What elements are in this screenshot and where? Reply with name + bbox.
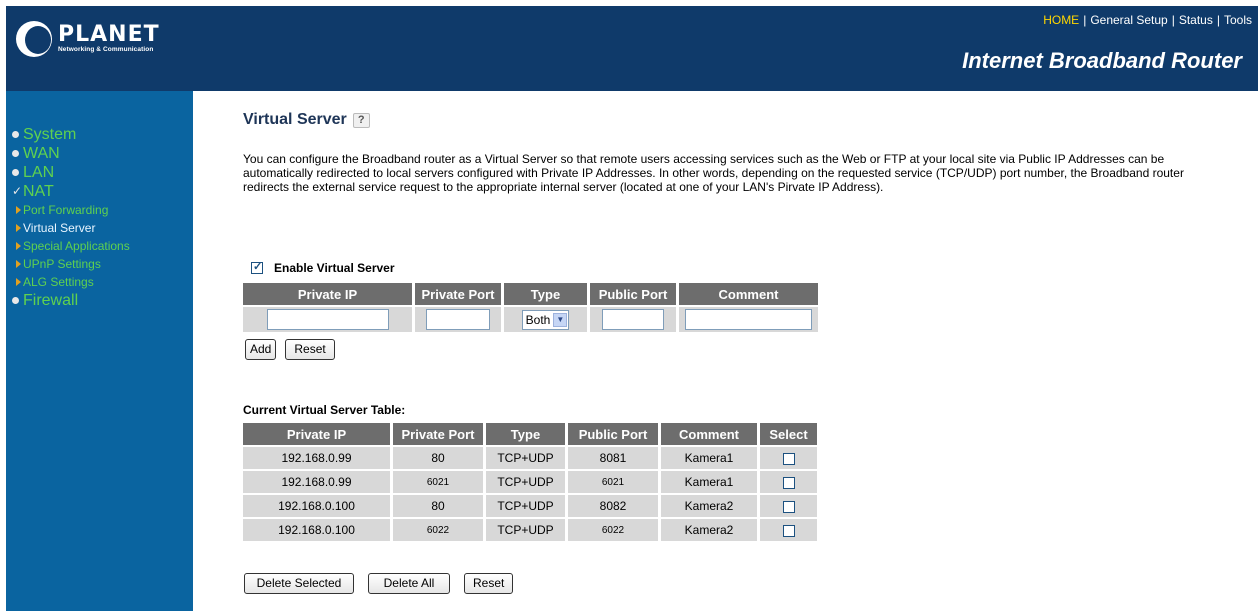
col-select: Select [760,423,817,445]
sidebar-subitem-alg-settings[interactable]: ALG Settings [16,273,130,291]
col-private-port: Private Port [393,423,483,445]
bullet-dot-icon [12,169,19,176]
triangle-arrow-icon [16,260,21,268]
planet-logo[interactable]: PLANET Networking & Communication [16,21,160,57]
triangle-arrow-icon [16,242,21,250]
nav-status[interactable]: Status [1179,13,1213,27]
chevron-down-icon: ▼ [553,312,568,327]
enable-virtual-server-checkbox[interactable] [251,260,263,274]
router-title: Internet Broadband Router [962,48,1242,73]
triangle-arrow-icon [16,278,21,286]
top-nav: HOME | General Setup | Status | Tools [1043,13,1252,27]
bullet-dot-icon [12,297,19,304]
bullet-dot-icon [12,150,19,157]
row-select-checkbox[interactable] [782,476,795,489]
row-select-checkbox[interactable] [782,524,795,537]
sidebar-item-system[interactable]: System [12,125,130,144]
nav-general-setup[interactable]: General Setup [1090,13,1167,27]
sidebar-item-wan[interactable]: WAN [12,144,130,163]
page-title: Virtual Server ? [243,111,1243,129]
nav-tools[interactable]: Tools [1224,13,1252,27]
add-entry-table: Private IP Private Port Type Public Port… [240,281,821,334]
enable-virtual-server-row: Enable Virtual Server [251,260,395,275]
nav-home[interactable]: HOME [1043,13,1079,27]
table-buttons: Delete Selected Delete All Reset [244,573,527,594]
add-button[interactable]: Add [245,339,277,360]
enable-virtual-server-label: Enable Virtual Server [274,261,395,275]
sidebar: System WAN LAN ✓ NAT Port Forwarding Virt… [6,91,193,611]
table-row: 192.168.0.100 6022 TCP+UDP 6022 Kamera2 [243,519,817,541]
header-private-port: Private Port [415,283,501,305]
planet-logo-icon [16,21,52,57]
table-row: 192.168.0.99 6021 TCP+UDP 6021 Kamera1 [243,471,817,493]
row-select-checkbox[interactable] [782,452,795,465]
header-comment: Comment [679,283,818,305]
logo-tagline: Networking & Communication [58,46,154,54]
virtual-server-table: Private IP Private Port Type Public Port… [240,421,820,543]
type-select[interactable]: Both ▼ [521,309,570,330]
table-title: Current Virtual Server Table: [243,403,406,417]
delete-selected-button[interactable]: Delete Selected [244,573,354,594]
add-form-buttons: Add Reset [245,339,335,360]
col-private-ip: Private IP [243,423,390,445]
bullet-dot-icon [12,131,19,138]
checkmark-icon: ✓ [12,184,23,198]
private-port-input[interactable] [426,309,490,330]
sidebar-subitem-upnp-settings[interactable]: UPnP Settings [16,255,130,273]
table-row: 192.168.0.100 80 TCP+UDP 8082 Kamera2 [243,495,817,517]
header-type: Type [504,283,587,305]
delete-all-button[interactable]: Delete All [368,573,450,594]
logo-name: PLANET [58,22,160,48]
header-private-ip: Private IP [243,283,412,305]
comment-input[interactable] [685,309,812,330]
triangle-arrow-icon [16,224,21,232]
sidebar-menu: System WAN LAN ✓ NAT Port Forwarding Virt… [12,125,130,310]
page-description: You can configure the Broadband router a… [243,152,1184,194]
header-public-port: Public Port [590,283,676,305]
header-bar: PLANET Networking & Communication HOME | G… [6,6,1258,91]
sidebar-subitem-port-forwarding[interactable]: Port Forwarding [16,201,130,219]
help-icon[interactable]: ? [352,112,370,128]
col-comment: Comment [661,423,757,445]
sidebar-subitem-special-applications[interactable]: Special Applications [16,237,130,255]
row-select-checkbox[interactable] [782,500,795,513]
sidebar-item-lan[interactable]: LAN [12,163,130,182]
triangle-arrow-icon [16,206,21,214]
main-content: Virtual Server ? You can configure the B… [243,111,1243,594]
public-port-input[interactable] [602,309,664,330]
sidebar-item-nat[interactable]: ✓ NAT [12,182,130,201]
col-public-port: Public Port [568,423,658,445]
sidebar-subitem-virtual-server[interactable]: Virtual Server [16,219,130,237]
private-ip-input[interactable] [266,309,389,330]
sidebar-item-firewall[interactable]: Firewall [12,291,130,310]
col-type: Type [486,423,565,445]
reset-table-button[interactable]: Reset [464,573,514,594]
table-row: 192.168.0.99 80 TCP+UDP 8081 Kamera1 [243,447,817,469]
reset-form-button[interactable]: Reset [285,339,335,360]
